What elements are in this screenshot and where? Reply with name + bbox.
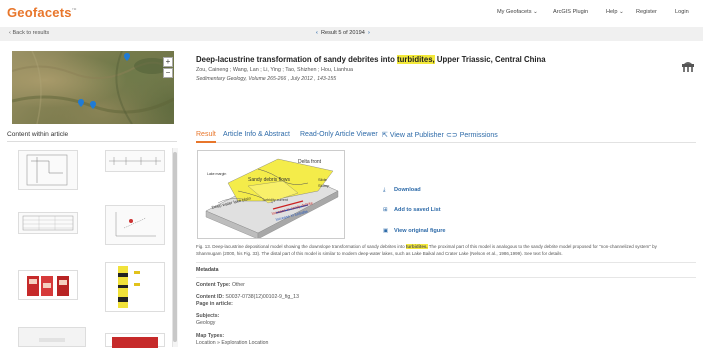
my-geofacets-menu[interactable]: My Geofacets ⌄ [497, 9, 538, 15]
figure-thumbnail[interactable] [18, 212, 78, 234]
map-pin-icon[interactable] [124, 53, 130, 61]
download-button[interactable]: ⤓ Download [383, 187, 421, 194]
result-pager: ‹ Result 5 of 20194 › [316, 30, 370, 36]
page-in-article-row: Page in article: [196, 301, 233, 307]
result-counter: Result 5 of 20194 [320, 30, 365, 36]
publisher-logo-icon [682, 62, 694, 72]
depositional-model-figure: Delta front Lake margin Sandy debris flo… [205, 158, 339, 238]
add-to-list-icon: ⊞ [383, 207, 388, 213]
figure-thumbnail[interactable] [105, 262, 165, 312]
map-types-label: Map Types: [196, 333, 225, 339]
map-terrain [12, 51, 174, 124]
article-authors: Zou, Caineng ; Wang, Lan ; Li, Ying ; Ta… [196, 67, 354, 73]
top-bar: Geofacets™ My Geofacets ⌄ ArcGIS Plugin … [0, 0, 703, 27]
result-subbar: ‹ Back to results ‹ Result 5 of 20194 › [0, 27, 703, 41]
chevron-down-icon: ⌄ [619, 9, 624, 15]
metadata-heading: Metadata [196, 267, 219, 273]
figure-label: Delta front [298, 159, 322, 165]
thumbnail-sketch [115, 212, 156, 237]
article-title: Deep-lacustrine transformation of sandy … [196, 55, 546, 64]
figure-label: Lake margin [207, 172, 226, 176]
help-menu[interactable]: Help ⌄ [606, 9, 624, 15]
back-to-results-link[interactable]: ‹ Back to results [9, 30, 49, 36]
view-original-figure-button[interactable]: ▣ View original figure [383, 228, 446, 234]
arcgis-plugin-link[interactable]: ArcGIS Plugin [553, 9, 588, 15]
figure-thumbnail[interactable] [105, 333, 165, 348]
content-within-article-title: Content within article [7, 131, 69, 138]
external-link-icon: ⇱ [382, 132, 388, 139]
chevron-left-icon: ‹ [9, 30, 11, 36]
tab-result[interactable]: Result [196, 131, 216, 138]
divider [196, 277, 696, 278]
tab-permissions[interactable]: ⊂⊃ Permissions [446, 131, 498, 139]
figure-label: Slide [318, 177, 328, 182]
figure-thumbnail[interactable] [105, 205, 165, 245]
map-pin-icon[interactable] [90, 101, 96, 109]
thumbnail-sketch [22, 215, 74, 231]
geofacets-logo[interactable]: Geofacets™ [7, 5, 77, 20]
subjects-value: Geology [196, 320, 216, 326]
caption-line: Shanmugam (2000, his Fig. 33). The dista… [196, 250, 563, 256]
figure-label: Sandy debris flows [248, 177, 290, 183]
active-tab-indicator [196, 141, 216, 143]
thumbnail-sketch [109, 157, 161, 165]
tabs-divider [196, 142, 696, 143]
subjects-label: Subjects: [196, 313, 220, 319]
divider [7, 141, 177, 142]
tab-article-info[interactable]: Article Info & Abstract [223, 131, 290, 138]
content-type-row: Content Type: Other [196, 282, 245, 288]
divider [196, 262, 696, 263]
map-types-value: Location » Exploration Location [196, 340, 269, 346]
tab-view-at-publisher[interactable]: ⇱ View at Publisher [382, 131, 444, 139]
add-to-saved-list-button[interactable]: ⊞ Add to saved List [383, 207, 441, 213]
thumbnail-sketch [27, 276, 69, 296]
image-icon: ▣ [383, 228, 389, 234]
figure-label: Turbidity current [262, 198, 288, 202]
register-link[interactable]: Register [636, 9, 657, 15]
permissions-icon: ⊂⊃ [446, 132, 458, 139]
zoom-in-button[interactable]: + [163, 57, 173, 67]
prev-result-button[interactable]: ‹ [316, 30, 318, 36]
map-pin-icon[interactable] [78, 99, 84, 107]
location-map[interactable]: + − [12, 51, 174, 124]
figure-label: Slump [318, 183, 330, 188]
caption-line: Fig. 13. Deep-lacustrine depositional mo… [196, 244, 657, 249]
article-journal: Sedimentary Geology, Volume 265-266 , Ju… [196, 76, 337, 82]
thumbnail-placeholder [39, 338, 65, 342]
chevron-down-icon: ⌄ [533, 9, 538, 15]
figure-thumbnail[interactable] [105, 150, 165, 172]
figure-thumbnail[interactable] [18, 150, 78, 190]
figure-caption: Fig. 13. Deep-lacustrine depositional mo… [196, 244, 696, 257]
thumbnail-sketch [118, 266, 140, 308]
zoom-out-button[interactable]: − [163, 68, 173, 78]
thumbnail-scrollbar-thumb[interactable] [173, 152, 177, 342]
figure-thumbnail[interactable] [18, 327, 86, 347]
next-result-button[interactable]: › [368, 30, 370, 36]
thumbnail-sketch [112, 337, 158, 348]
figure-thumbnail[interactable] [18, 270, 78, 300]
result-figure[interactable]: Delta front Lake margin Sandy debris flo… [197, 150, 345, 239]
download-icon: ⤓ [383, 187, 386, 193]
thumbnail-sketch [26, 154, 68, 186]
tab-read-only-viewer[interactable]: Read-Only Article Viewer [300, 131, 378, 138]
login-link[interactable]: Login [675, 9, 689, 15]
content-id-row: Content ID: S0037-0738(12)00102-9_fig_13 [196, 294, 299, 300]
